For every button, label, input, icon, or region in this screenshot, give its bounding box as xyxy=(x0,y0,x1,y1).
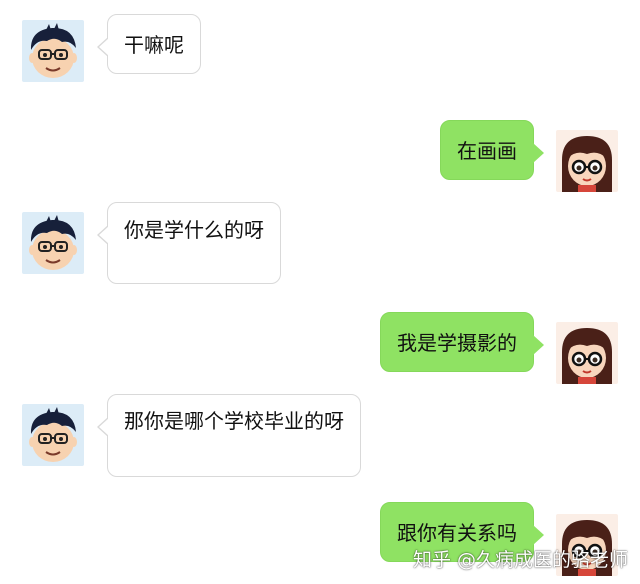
boy-avatar-icon[interactable] xyxy=(22,20,84,82)
message-text: 干嘛呢 xyxy=(124,33,184,57)
message-text: 那你是哪个学校毕业的呀 xyxy=(124,409,344,433)
message-bubble-outgoing[interactable]: 在画画 xyxy=(440,120,544,180)
boy-avatar-icon[interactable] xyxy=(22,404,84,466)
chat-window: 干嘛呢 在画画 你是学什么的呀 我是学摄影的 那你是哪个学校毕业的呀 跟你有关系… xyxy=(0,0,640,584)
message-bubble-incoming[interactable]: 你是学什么的呀 xyxy=(97,202,281,284)
message-text: 我是学摄影的 xyxy=(397,331,517,355)
girl-avatar-icon[interactable] xyxy=(556,322,618,384)
message-bubble-incoming[interactable]: 干嘛呢 xyxy=(97,14,201,74)
message-text: 在画画 xyxy=(457,139,517,163)
girl-avatar-icon[interactable] xyxy=(556,130,618,192)
message-bubble-incoming[interactable]: 那你是哪个学校毕业的呀 xyxy=(97,394,361,477)
message-text: 跟你有关系吗 xyxy=(397,521,517,545)
boy-avatar-icon[interactable] xyxy=(22,212,84,274)
message-bubble-outgoing[interactable]: 我是学摄影的 xyxy=(380,312,544,372)
message-text: 你是学什么的呀 xyxy=(124,218,264,242)
watermark: 知乎 @久病成医的骆老师 xyxy=(412,549,628,571)
